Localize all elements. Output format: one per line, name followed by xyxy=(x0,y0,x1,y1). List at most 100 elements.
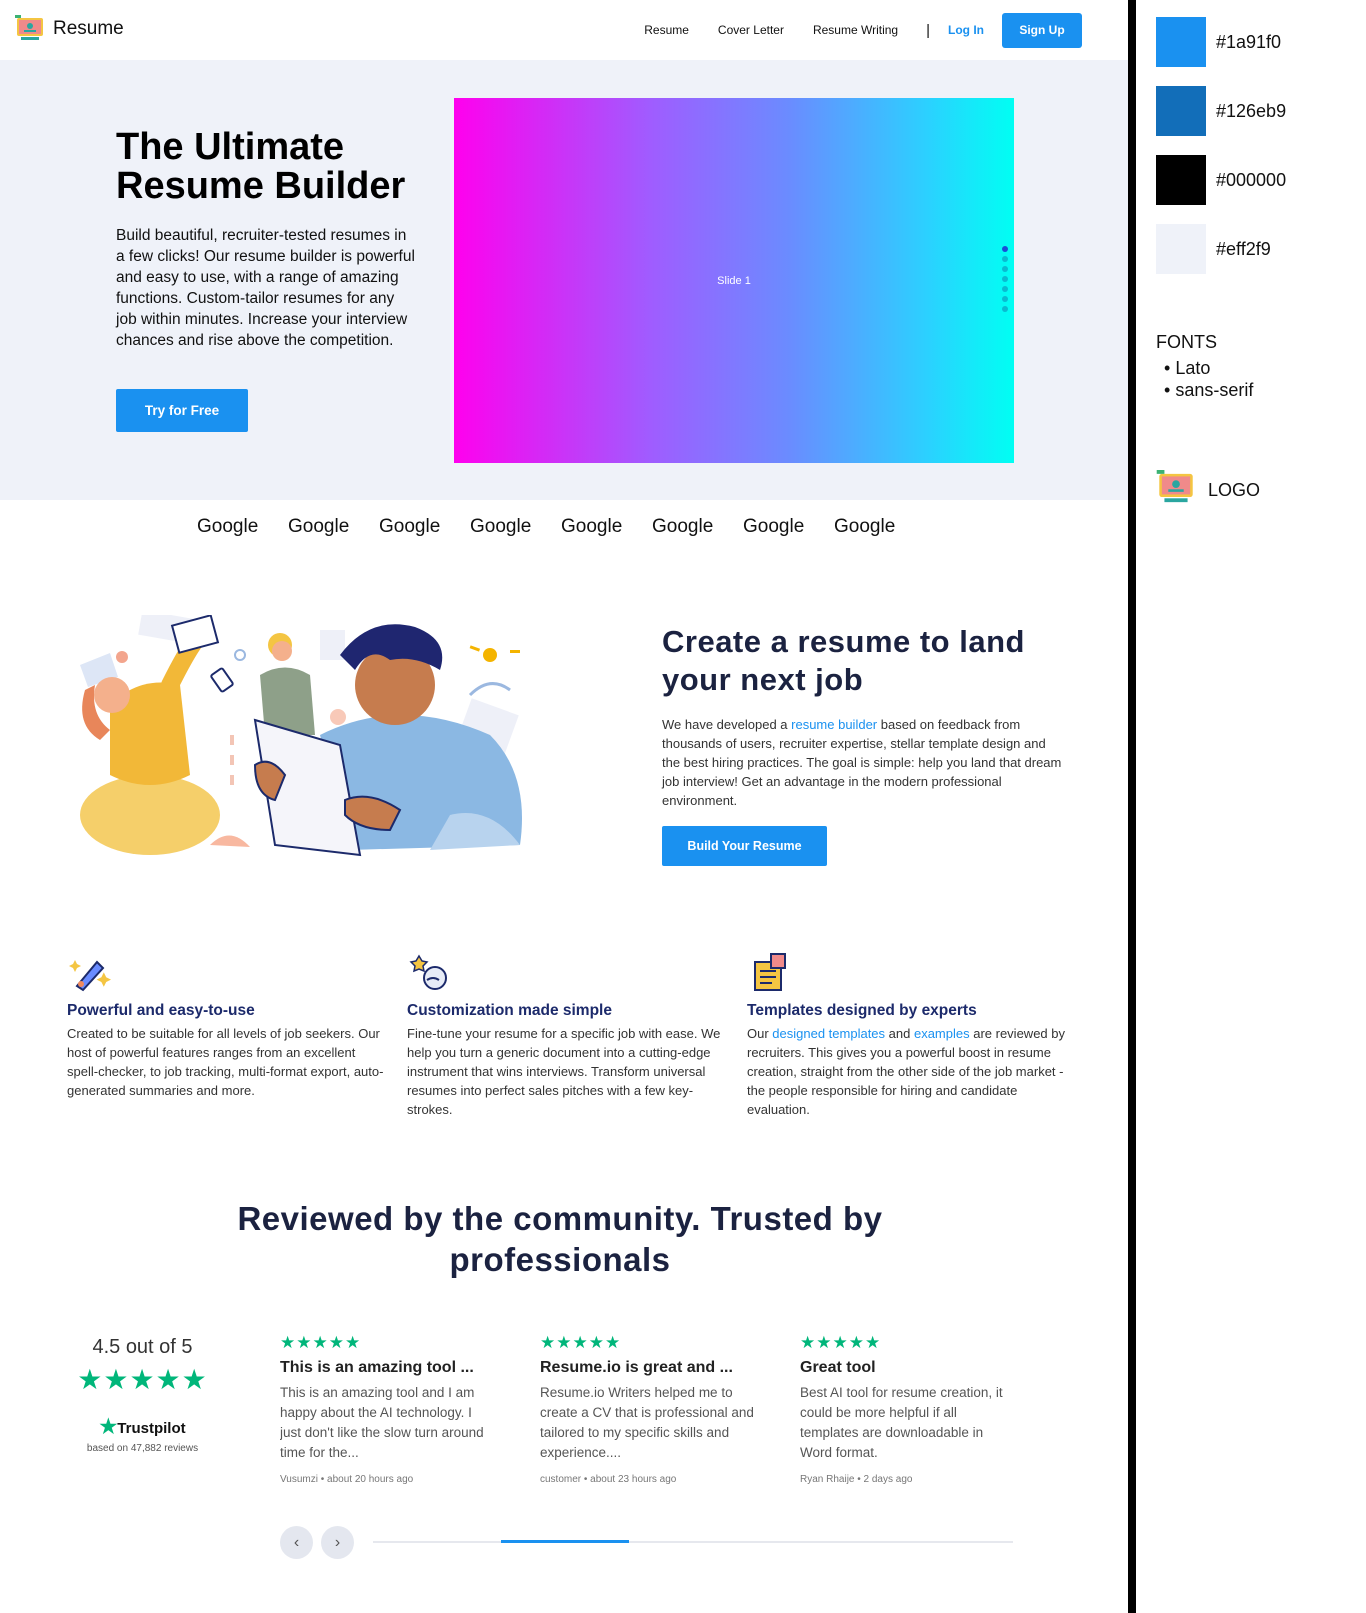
company-logo: Google xyxy=(197,516,259,537)
review-text: This is an amazing tool and I am happy a… xyxy=(280,1385,484,1460)
trustpilot-logo[interactable]: ★Trustpilot xyxy=(60,1414,225,1439)
company-logo: Google xyxy=(288,516,350,537)
style-guide-panel: #1a91f0 #126eb9 #000000 #eff2f9 FONTS • … xyxy=(1136,0,1366,1613)
nav-resume[interactable]: Resume xyxy=(644,23,689,37)
nav-cover-letter[interactable]: Cover Letter xyxy=(718,23,784,37)
slider-dot[interactable] xyxy=(1002,286,1008,292)
resume-logo-icon xyxy=(15,15,45,43)
trustpilot-score: 4.5 out of 5 ★★★★★ ★Trustpilot based on … xyxy=(60,1336,225,1454)
template-document-icon xyxy=(747,950,793,996)
people-reading-illustration xyxy=(70,609,540,875)
designed-templates-link[interactable]: designed templates xyxy=(772,1026,885,1041)
reviews-title: Reviewed by the community. Trusted by pr… xyxy=(237,1200,883,1278)
review-meta: Vusumzi • about 20 hours ago xyxy=(280,1474,414,1485)
score-text: 4.5 out of 5 xyxy=(92,1336,193,1358)
brand-name: Resume xyxy=(53,18,124,39)
font-name: Lato xyxy=(1175,358,1211,378)
feature-text: Our designed templates and examples are … xyxy=(747,1024,1067,1119)
review-stars: ★★★★★ xyxy=(280,1333,362,1352)
review-meta: customer • about 23 hours ago xyxy=(540,1474,677,1485)
signup-button[interactable]: Sign Up xyxy=(1002,12,1082,48)
reviews-next-button[interactable]: › xyxy=(321,1526,354,1559)
feature-templates: Templates designed by experts Our design… xyxy=(747,950,1067,1119)
review-text: Resume.io Writers helped me to create a … xyxy=(540,1385,754,1460)
color-swatch-row: #000000 xyxy=(1156,155,1286,205)
company-logo: Google xyxy=(743,516,805,537)
slider-dot[interactable] xyxy=(1002,306,1008,312)
try-for-free-button[interactable]: Try for Free xyxy=(116,389,248,432)
slider-dot[interactable] xyxy=(1002,296,1008,302)
color-swatch xyxy=(1156,86,1206,136)
feature-text: Fine-tune your resume for a specific job… xyxy=(407,1026,721,1117)
company-logo: Google xyxy=(652,516,714,537)
header: Resume Resume Cover Letter Resume Writin… xyxy=(0,0,1128,60)
slide-label: Slide 1 xyxy=(717,274,751,287)
fonts-heading: FONTS xyxy=(1156,332,1217,352)
page: Resume Resume Cover Letter Resume Writin… xyxy=(0,0,1128,1613)
based-on-reviews: based on 47,882 reviews xyxy=(86,1443,199,1454)
review-text: Best AI tool for resume creation, it cou… xyxy=(800,1385,1003,1460)
build-your-resume-button[interactable]: Build Your Resume xyxy=(662,826,827,866)
hero-text: Build beautiful, recruiter-tested resume… xyxy=(116,227,415,349)
resume-logo-icon xyxy=(1156,470,1196,511)
company-logo: Google xyxy=(379,516,441,537)
resume-builder-link[interactable]: resume builder xyxy=(791,717,877,732)
examples-link[interactable]: examples xyxy=(914,1026,970,1041)
feature-title: Powerful and easy-to-use xyxy=(67,1002,255,1019)
nav-resume-writing[interactable]: Resume Writing xyxy=(813,23,898,37)
color-swatch-label: #eff2f9 xyxy=(1216,238,1271,259)
hero-section: The Ultimate Resume Builder Build beauti… xyxy=(0,60,1128,500)
color-swatch-row: #126eb9 xyxy=(1156,86,1286,136)
reviews-prev-button[interactable]: ‹ xyxy=(280,1526,313,1559)
trustpilot-label: Trustpilot xyxy=(117,1420,186,1437)
company-logo: Google xyxy=(470,516,532,537)
customize-icon xyxy=(407,950,453,996)
logo-label: LOGO xyxy=(1208,480,1261,500)
logo-sample: LOGO xyxy=(1156,470,1260,511)
review-stars: ★★★★★ xyxy=(540,1333,622,1352)
create-text: We have developed a resume builder based… xyxy=(662,715,1067,810)
color-swatch-label: #000000 xyxy=(1216,169,1287,190)
company-logos: Google Google Google Google Google Googl… xyxy=(0,516,1128,546)
score-stars: ★★★★★ xyxy=(77,1364,208,1395)
review-card[interactable]: ★★★★★ This is an amazing tool ... This i… xyxy=(280,1333,495,1485)
company-logo: Google xyxy=(561,516,623,537)
company-logo: Google xyxy=(834,516,896,537)
slider-pagination xyxy=(1002,246,1008,312)
create-title: Create a resume to land your next job xyxy=(662,624,1025,697)
hero-slider[interactable]: Slide 1 xyxy=(454,98,1014,463)
color-swatch-label: #1a91f0 xyxy=(1216,31,1282,52)
color-swatch-row: #eff2f9 xyxy=(1156,224,1271,274)
main-nav: Resume Cover Letter Resume Writing | Log… xyxy=(615,12,1082,48)
color-swatch xyxy=(1156,155,1206,205)
trustpilot-star-icon: ★ xyxy=(99,1416,118,1438)
slider-dot[interactable] xyxy=(1002,256,1008,262)
color-swatch-label: #126eb9 xyxy=(1216,100,1287,121)
hero-title: The Ultimate Resume Builder xyxy=(116,126,406,207)
review-card[interactable]: ★★★★★ Great tool Best AI tool for resume… xyxy=(800,1333,1015,1485)
feature-customization: Customization made simple Fine-tune your… xyxy=(407,950,727,1119)
feature-text: Created to be suitable for all levels of… xyxy=(67,1026,384,1098)
slider-dot[interactable] xyxy=(1002,246,1008,252)
color-swatch xyxy=(1156,17,1206,67)
slider-dot[interactable] xyxy=(1002,276,1008,282)
feature-powerful: Powerful and easy-to-use Created to be s… xyxy=(67,950,387,1100)
reviews-scrollbar-thumb[interactable] xyxy=(501,1540,629,1543)
nav-separator: | xyxy=(926,21,930,39)
brand[interactable]: Resume xyxy=(15,15,124,43)
feature-title: Customization made simple xyxy=(407,1002,612,1019)
login-link[interactable]: Log In xyxy=(948,23,984,37)
review-meta: Ryan Rhaije • 2 days ago xyxy=(800,1474,913,1485)
sparkle-pen-icon xyxy=(67,950,113,996)
review-card[interactable]: ★★★★★ Resume.io is great and ... Resume.… xyxy=(540,1333,755,1485)
slider-dot[interactable] xyxy=(1002,266,1008,272)
review-title: This is an amazing tool ... xyxy=(280,1359,474,1376)
review-title: Great tool xyxy=(800,1359,876,1376)
create-text-before: We have developed a xyxy=(662,717,792,732)
font-item: • Lato xyxy=(1164,358,1211,378)
reviews-scrollbar[interactable] xyxy=(373,1540,1013,1543)
review-title: Resume.io is great and ... xyxy=(540,1359,733,1376)
color-swatch-row: #1a91f0 xyxy=(1156,17,1281,67)
font-name: sans-serif xyxy=(1175,380,1254,400)
color-swatch xyxy=(1156,224,1206,274)
